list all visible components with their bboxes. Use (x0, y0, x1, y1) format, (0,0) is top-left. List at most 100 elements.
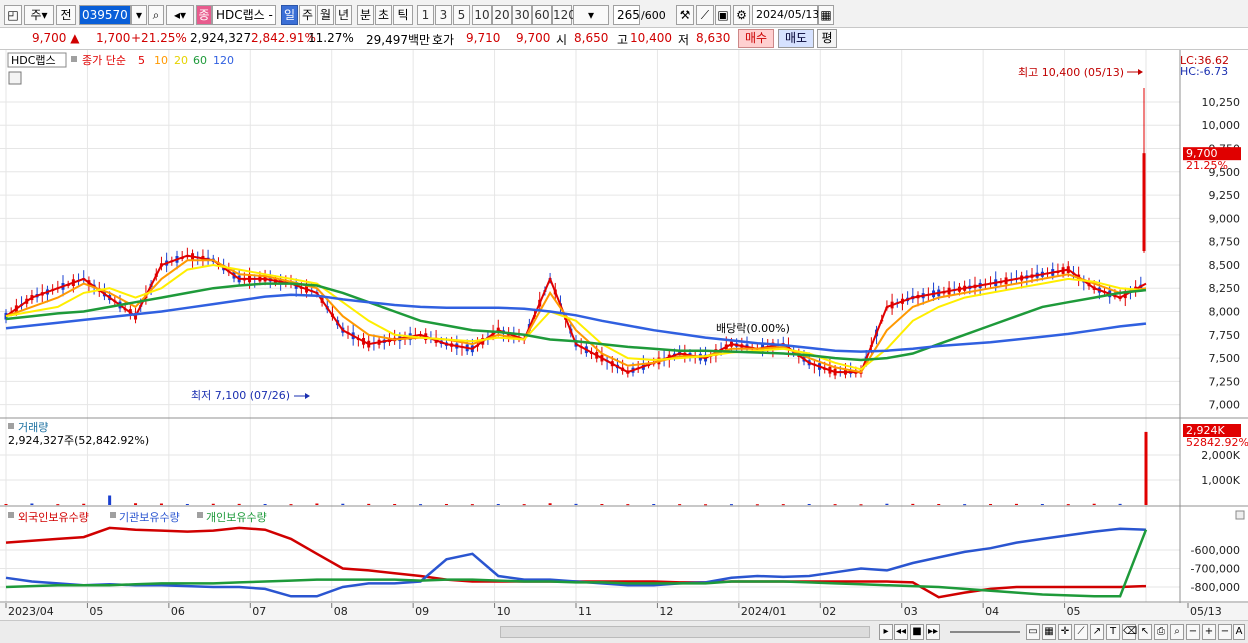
rewind-icon[interactable]: ◂◂ (894, 624, 908, 640)
interval-3-button[interactable]: 3 (435, 5, 452, 25)
speaker-icon[interactable]: ◂▾ (166, 5, 194, 25)
legend-ma20[interactable]: 20 (174, 54, 188, 67)
buy-button[interactable]: 매수 (738, 29, 774, 48)
volume-bar (1092, 503, 1096, 505)
stop-icon[interactable]: ■ (910, 624, 924, 640)
interval-1-button[interactable]: 1 (417, 5, 434, 25)
legend-square-icon (197, 512, 203, 518)
interval-60-button[interactable]: 60 (532, 5, 552, 25)
zoom-out-icon[interactable]: − (1186, 624, 1200, 640)
chart-type-select[interactable]: 주▾ (24, 5, 54, 25)
volume-value: 2,924,327 (190, 31, 252, 45)
volume-bar (237, 503, 241, 505)
turnover-rate: 11.27% (308, 31, 354, 45)
sell-button[interactable]: 매도 (778, 29, 814, 48)
period-second-button[interactable]: 초 (375, 5, 392, 25)
stock-name-field[interactable]: HDC랩스 - (212, 5, 276, 25)
trade-amount: 29,497백만 (366, 33, 431, 47)
dividend-annotation: 배당락(0.00%) (716, 322, 790, 335)
text-tool-icon[interactable]: T (1106, 624, 1120, 640)
volume-bar (704, 504, 708, 506)
date-input[interactable]: 2024/05/13 (752, 5, 819, 25)
hc-label: HC:-6.73 (1180, 65, 1228, 78)
calendar-icon[interactable]: ▦ (818, 5, 834, 25)
stock-badge-icon: 종 (196, 5, 212, 25)
volume-bar (185, 504, 189, 505)
date-tick-label: 05 (1067, 605, 1081, 618)
scroll-right-icon[interactable]: ▸ (879, 624, 893, 640)
price-change-pct: +21.25% (131, 31, 187, 45)
interval-10-button[interactable]: 10 (472, 5, 492, 25)
volume-bar (1066, 504, 1070, 506)
period-day-button[interactable]: 일 (281, 5, 298, 25)
volume-bar (470, 504, 474, 506)
volume-bar (885, 503, 889, 505)
date-tick-label: 07 (252, 605, 266, 618)
chart-status-bar: ▸ ◂◂ ■ ▸▸ ▭ ▦ ✛ ⟋ ↗ T ⌫ ↖ ⎙ ⌕ − + − A (0, 620, 1248, 643)
grid-icon[interactable]: ▦ (1042, 624, 1056, 640)
period-week-button[interactable]: 주 (299, 5, 316, 25)
search-icon[interactable]: ⌕ (148, 5, 164, 25)
stock-code-input[interactable]: 039570 (79, 5, 131, 25)
arrow-tool-icon[interactable]: ↗ (1090, 624, 1104, 640)
code-dropdown-icon[interactable]: ▾ (131, 5, 147, 25)
calculator-icon[interactable] (8, 71, 22, 85)
volume-bar (211, 503, 215, 505)
count-input[interactable]: 265 (613, 5, 640, 25)
legend-ma10[interactable]: 10 (154, 54, 168, 67)
pointer-icon[interactable]: ↖ (1138, 624, 1152, 640)
zoom-reset-icon[interactable]: − (1218, 624, 1232, 640)
legend-institution[interactable]: 기관보유수량 (119, 511, 180, 524)
date-axis-background (0, 603, 1248, 620)
period-minute-button[interactable]: 분 (357, 5, 374, 25)
legend-square-icon (71, 56, 77, 62)
horizontal-scrollbar[interactable] (500, 626, 870, 638)
interval-5-button[interactable]: 5 (453, 5, 470, 25)
legend-ma60[interactable]: 60 (193, 54, 207, 67)
volume-bar (341, 503, 345, 505)
date-tick-label: 03 (904, 605, 918, 618)
legend-individual[interactable]: 개인보유수량 (206, 511, 267, 524)
period-tick-button[interactable]: 틱 (393, 5, 413, 25)
layout-icon[interactable]: ▭ (1026, 624, 1040, 640)
volume-bar (1014, 503, 1018, 505)
collapse-pane-icon[interactable] (1235, 510, 1245, 520)
interval-30-button[interactable]: 30 (512, 5, 532, 25)
eraser-icon[interactable]: ⌫ (1122, 624, 1137, 640)
legend-ma120[interactable]: 120 (213, 54, 234, 67)
volume-bar (496, 504, 500, 505)
volume-legend-icon (8, 423, 14, 429)
font-size-icon[interactable]: A (1233, 624, 1245, 640)
custom-interval-select[interactable]: ▾ (573, 5, 609, 25)
holdings-tick-label: -600,000 (1191, 544, 1240, 557)
price-tick-label: 7,250 (1209, 375, 1241, 388)
price-change: 1,700 (96, 31, 131, 45)
interval-20-button[interactable]: 20 (492, 5, 512, 25)
interval-120-button[interactable]: 120 (552, 5, 576, 25)
zoom-in-icon[interactable]: + (1202, 624, 1216, 640)
chart-tools-icon[interactable]: ⚒ (676, 5, 694, 25)
period-year-button[interactable]: 년 (335, 5, 352, 25)
price-tick-label: 10,250 (1202, 96, 1241, 109)
date-tick-label: 04 (985, 605, 999, 618)
period-month-button[interactable]: 월 (317, 5, 334, 25)
fast-forward-icon[interactable]: ▸▸ (926, 624, 940, 640)
volume-value-label: 2,924,327주(52,842.92%) (8, 434, 149, 447)
prev-button[interactable]: 전 (56, 5, 76, 25)
indicator-icon[interactable]: ⟋ (696, 5, 714, 25)
save-icon[interactable]: ▣ (715, 5, 731, 25)
window-icon[interactable]: ◰ (4, 5, 22, 25)
magnify-icon[interactable]: ⌕ (1170, 624, 1184, 640)
volume-bar (419, 504, 423, 506)
line-tool-icon[interactable]: ⟋ (1074, 624, 1088, 640)
gear-icon[interactable]: ⚙ (733, 5, 750, 25)
chart-canvas[interactable]: HDC랩스 종가 단순 5 10 20 60 120 10,250 10,000 9… (0, 50, 1248, 620)
crosshair-icon[interactable]: ✛ (1058, 624, 1072, 640)
ask-price-2: 9,700 (516, 31, 551, 45)
zoom-slider[interactable] (950, 631, 1020, 633)
print-icon[interactable]: ⎙ (1154, 624, 1168, 640)
volume-bar (574, 503, 578, 505)
legend-foreign[interactable]: 외국인보유수량 (18, 511, 89, 524)
evaluate-button[interactable]: 평 (817, 29, 837, 48)
legend-ma5[interactable]: 5 (138, 54, 145, 67)
